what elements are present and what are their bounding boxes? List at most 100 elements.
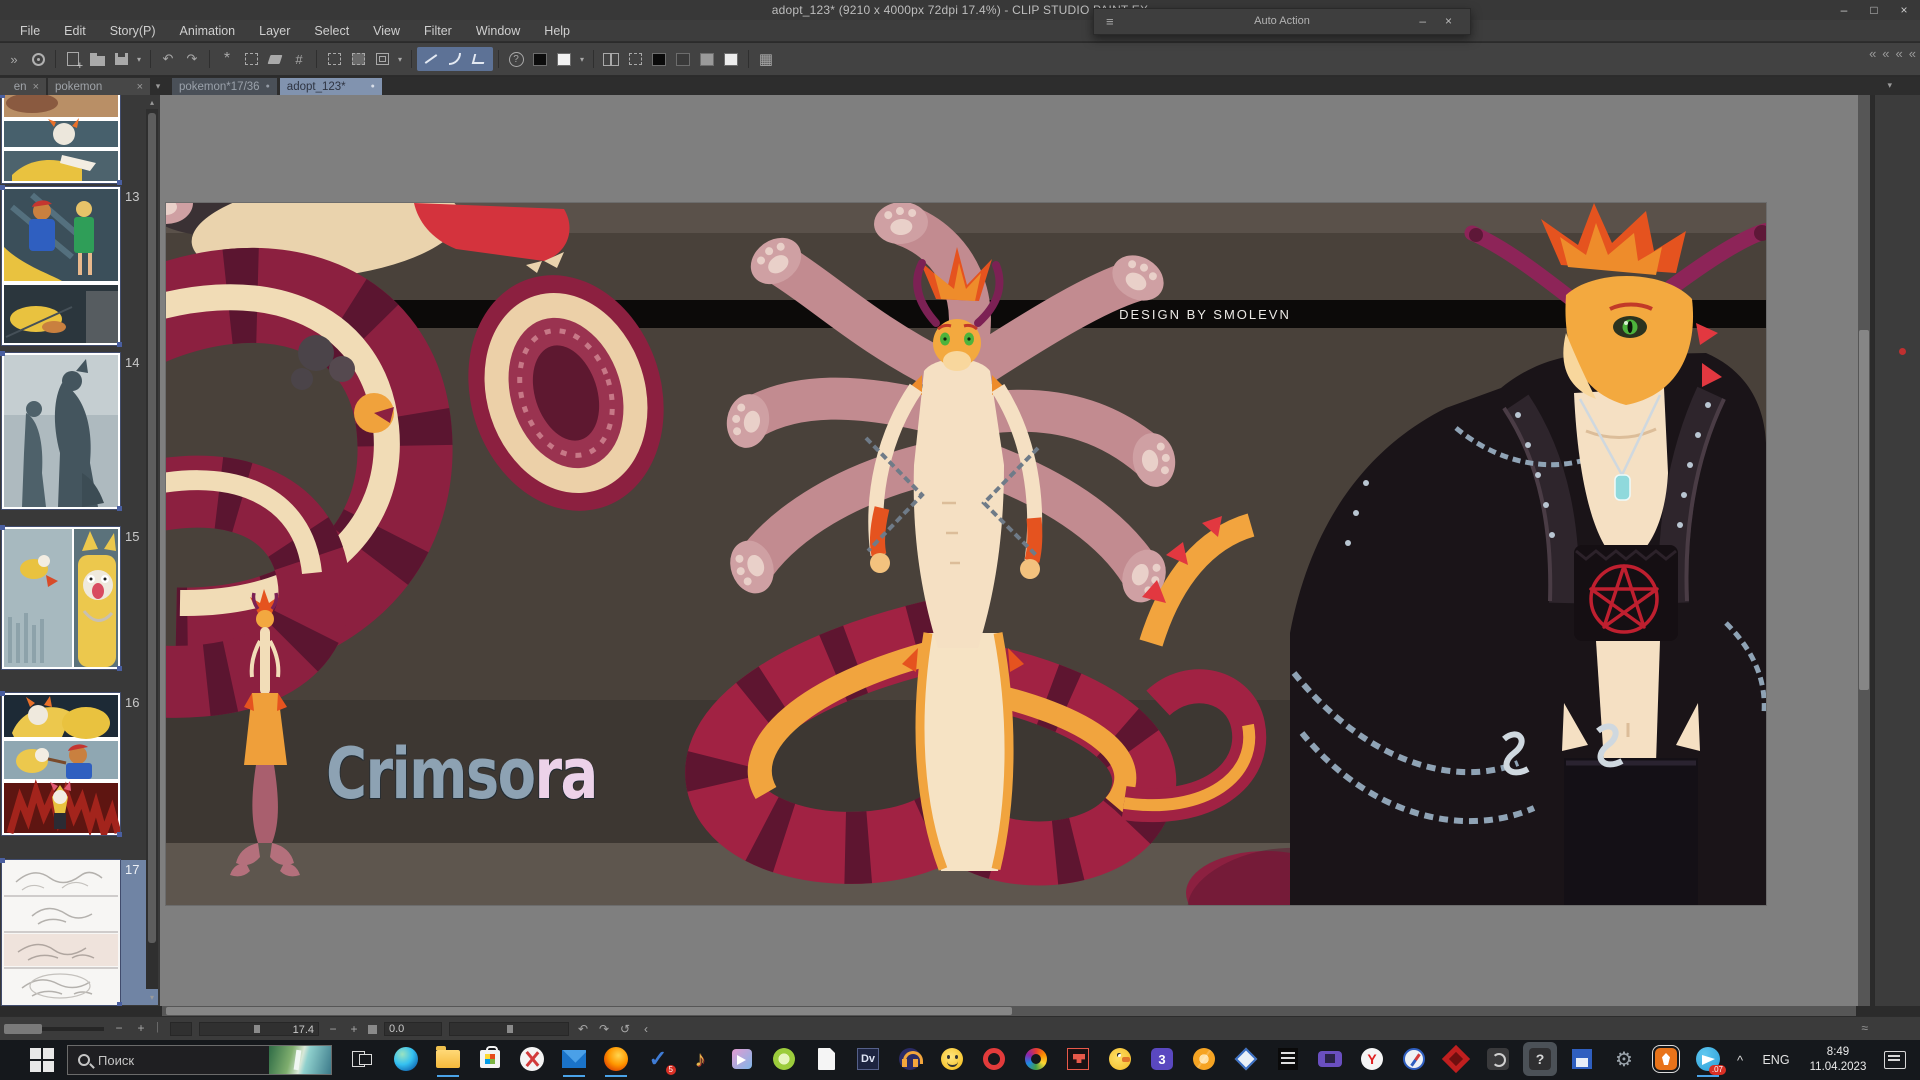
emoji-app-icon[interactable] <box>938 1045 966 1073</box>
auto-action-palette[interactable]: ≡ Auto Action – × <box>1093 8 1471 35</box>
rotation-slider[interactable] <box>449 1022 569 1036</box>
page-thumbnail-row[interactable]: 14 <box>2 353 158 509</box>
snipping-tool-icon[interactable] <box>518 1045 546 1073</box>
collapse-dock-icon[interactable]: « <box>1869 46 1876 61</box>
menu-select[interactable]: Select <box>302 20 361 42</box>
menu-file[interactable]: File <box>8 20 52 42</box>
collapse-dock-icon[interactable]: « <box>1909 46 1916 61</box>
canvas-artwork[interactable]: DESIGN BY SMOLEVN Crimsora <box>166 203 1766 905</box>
page-panel-zoom-slider[interactable] <box>4 1027 104 1031</box>
notepad-icon[interactable] <box>812 1045 840 1073</box>
todo-icon[interactable]: ✓5 <box>644 1045 672 1073</box>
tab-close-icon[interactable]: × <box>137 81 143 93</box>
telegram-icon[interactable]: .07 <box>1694 1045 1722 1073</box>
select-fill-icon[interactable] <box>346 48 370 70</box>
tab-adopt-active[interactable]: adopt_123* ● <box>280 78 382 95</box>
share-icon[interactable] <box>728 1045 756 1073</box>
canvas-horizontal-scrollbar[interactable] <box>162 1006 1856 1016</box>
paper-dark-chip[interactable] <box>671 48 695 70</box>
menu-window[interactable]: Window <box>464 20 532 42</box>
compass-app-icon[interactable] <box>1400 1045 1428 1073</box>
tab-list-chevron-icon[interactable]: ▾ <box>150 78 166 95</box>
zoom-slider[interactable]: 17.4 <box>199 1022 319 1036</box>
color-dropdown-icon[interactable]: ▾ <box>576 48 588 70</box>
clip-studio-paint-icon[interactable]: ? <box>1526 1045 1554 1073</box>
page-thumbnail-row[interactable]: 13 <box>2 187 158 345</box>
taskbar-clock[interactable]: 8:49 11.04.2023 <box>1798 1045 1878 1075</box>
page-panel-scroll-up-icon[interactable]: ▴ <box>146 97 158 109</box>
fox-shield-icon[interactable] <box>1442 1045 1470 1073</box>
paint-pen-icon[interactable] <box>1652 1045 1680 1073</box>
save-dropdown-icon[interactable]: ▾ <box>133 48 145 70</box>
select-rect-icon[interactable] <box>322 48 346 70</box>
minimize-icon[interactable]: – <box>1836 3 1852 17</box>
page-thumbnail[interactable] <box>2 353 120 509</box>
collapse-dock-icon[interactable]: « <box>1882 46 1889 61</box>
delete-selection-icon[interactable] <box>239 48 263 70</box>
nav-box[interactable] <box>170 1022 192 1036</box>
task-view-button[interactable] <box>350 1049 374 1071</box>
vertical-scroll-thumb[interactable] <box>1859 330 1869 690</box>
crop-icon[interactable]: # <box>287 48 311 70</box>
new-document-icon[interactable] <box>61 48 85 70</box>
rotate-right-icon[interactable]: ↷ <box>597 1022 611 1036</box>
settings-gear-icon[interactable]: ⚙ <box>1610 1045 1638 1073</box>
reset-rotation-icon[interactable]: ↺ <box>618 1022 632 1036</box>
page-thumbnail-row-selected[interactable]: 17 <box>2 860 158 1005</box>
fit-screen-icon[interactable] <box>368 1025 377 1034</box>
clip-studio-icon[interactable] <box>1484 1045 1512 1073</box>
tabbar-overflow-icon[interactable]: ▾ <box>1887 77 1892 94</box>
page-panel-scroll-down-icon[interactable]: ▾ <box>146 992 158 1004</box>
music-icon[interactable]: ♪ <box>686 1045 714 1073</box>
microsoft-store-icon[interactable] <box>476 1045 504 1073</box>
toolbar-overflow-icon[interactable]: » <box>2 48 26 70</box>
snap-angle-icon[interactable] <box>467 48 491 70</box>
frame-border-icon[interactable] <box>370 48 394 70</box>
page-thumbnail-row[interactable]: 15 <box>2 527 158 669</box>
menu-story[interactable]: Story(P) <box>98 20 168 42</box>
floppy-app-icon[interactable] <box>1568 1045 1596 1073</box>
page-thumbnail-row[interactable]: 16 <box>2 693 158 835</box>
yandex-icon[interactable]: Y <box>1358 1045 1386 1073</box>
menu-animation[interactable]: Animation <box>168 20 248 42</box>
background-color-chip[interactable] <box>552 48 576 70</box>
panel-zoom-in-icon[interactable]: + <box>134 1021 148 1035</box>
close-icon[interactable]: × <box>1896 3 1912 17</box>
palette-close-icon[interactable]: × <box>1445 14 1452 28</box>
page-panel-scrollbar[interactable] <box>146 109 158 989</box>
maximize-icon[interactable]: □ <box>1866 3 1882 17</box>
eraser-icon[interactable] <box>263 48 287 70</box>
firefox-icon[interactable] <box>602 1045 630 1073</box>
foreground-color-chip[interactable] <box>528 48 552 70</box>
facing-pages-icon[interactable] <box>599 48 623 70</box>
opera-icon[interactable] <box>980 1045 1008 1073</box>
page-thumbnail[interactable] <box>2 187 120 345</box>
page-thumbnail[interactable] <box>2 693 120 835</box>
horizontal-scroll-thumb[interactable] <box>166 1007 1012 1015</box>
paper-black-chip[interactable] <box>647 48 671 70</box>
collapse-dock-icon[interactable]: « <box>1896 46 1903 61</box>
save-icon[interactable] <box>109 48 133 70</box>
rotation-value[interactable]: 0.0 <box>384 1022 442 1036</box>
gba-emulator-icon[interactable] <box>1316 1045 1344 1073</box>
tab-close-icon[interactable]: × <box>33 81 39 93</box>
edge-icon[interactable] <box>392 1045 420 1073</box>
action-center-icon[interactable] <box>1884 1051 1906 1069</box>
clear-icon[interactable]: * <box>215 48 239 70</box>
duck-app-icon[interactable] <box>1106 1045 1134 1073</box>
grid-icon[interactable]: ▦ <box>754 48 778 70</box>
undo-icon[interactable]: ↶ <box>156 48 180 70</box>
page-thumbnail-row[interactable] <box>2 95 158 183</box>
davinci-icon[interactable]: Dv <box>854 1045 882 1073</box>
taskbar-search-box[interactable]: Поиск <box>67 1045 332 1075</box>
select-dropdown-icon[interactable]: ▾ <box>394 48 406 70</box>
diamond-app-icon[interactable] <box>1232 1045 1260 1073</box>
start-button[interactable] <box>30 1048 54 1072</box>
tab-pokemon[interactable]: pokemon × <box>48 78 150 95</box>
orange-slice-icon[interactable] <box>1190 1045 1218 1073</box>
snap-curve-icon[interactable] <box>443 48 467 70</box>
zoom-out-icon[interactable]: − <box>326 1022 340 1036</box>
menu-help[interactable]: Help <box>532 20 582 42</box>
mail-icon[interactable] <box>560 1045 588 1073</box>
file-explorer-icon[interactable] <box>434 1045 462 1073</box>
